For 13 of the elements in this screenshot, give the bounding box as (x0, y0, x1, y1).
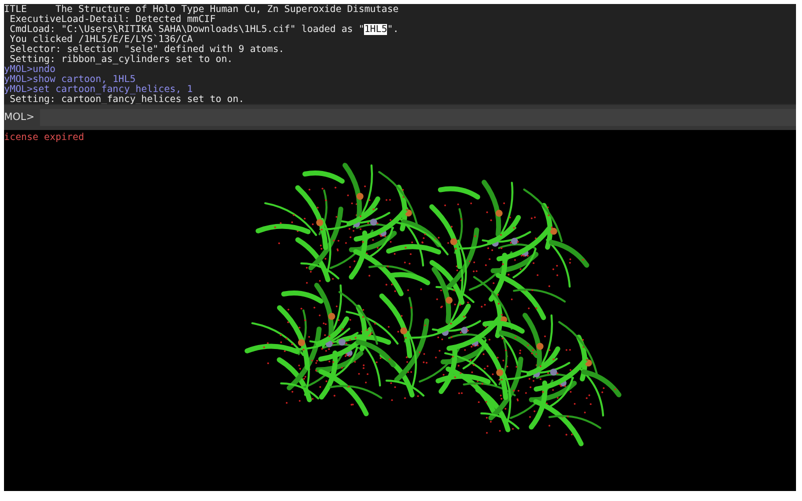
command-input[interactable] (40, 109, 796, 126)
console-line: ExecutiveLoad-Detail: Detected mmCIF (8, 15, 216, 25)
command-line: yMOL>show cartoon, 1HL5 (4, 75, 136, 85)
console-line: ITLE The Structure of Holo Type Human Cu, Zn Superoxide Dismutase (4, 5, 399, 15)
console-line: Setting: cartoon_fancy_helices set to on. (8, 95, 244, 104)
prompt-label: MOL> (4, 112, 34, 123)
console-line: You clicked /1HL5/E/E/LYS`136/CA (8, 35, 193, 45)
command-line: yMOL>undo (4, 65, 56, 75)
license-message: icense expired (4, 132, 84, 143)
console-line: CmdLoad: "C:\Users\RITIKA SAHA\Downloads\1HL5.cif" loaded as "1HL5". (8, 25, 399, 35)
console-line: Selector: selection "sele" defined with 9 atoms. (8, 45, 284, 55)
command-line: yMOL>set cartoon_fancy_helices, 1 (4, 85, 193, 95)
console-line: Setting: ribbon_as_cylinders set to on. (10, 55, 233, 65)
